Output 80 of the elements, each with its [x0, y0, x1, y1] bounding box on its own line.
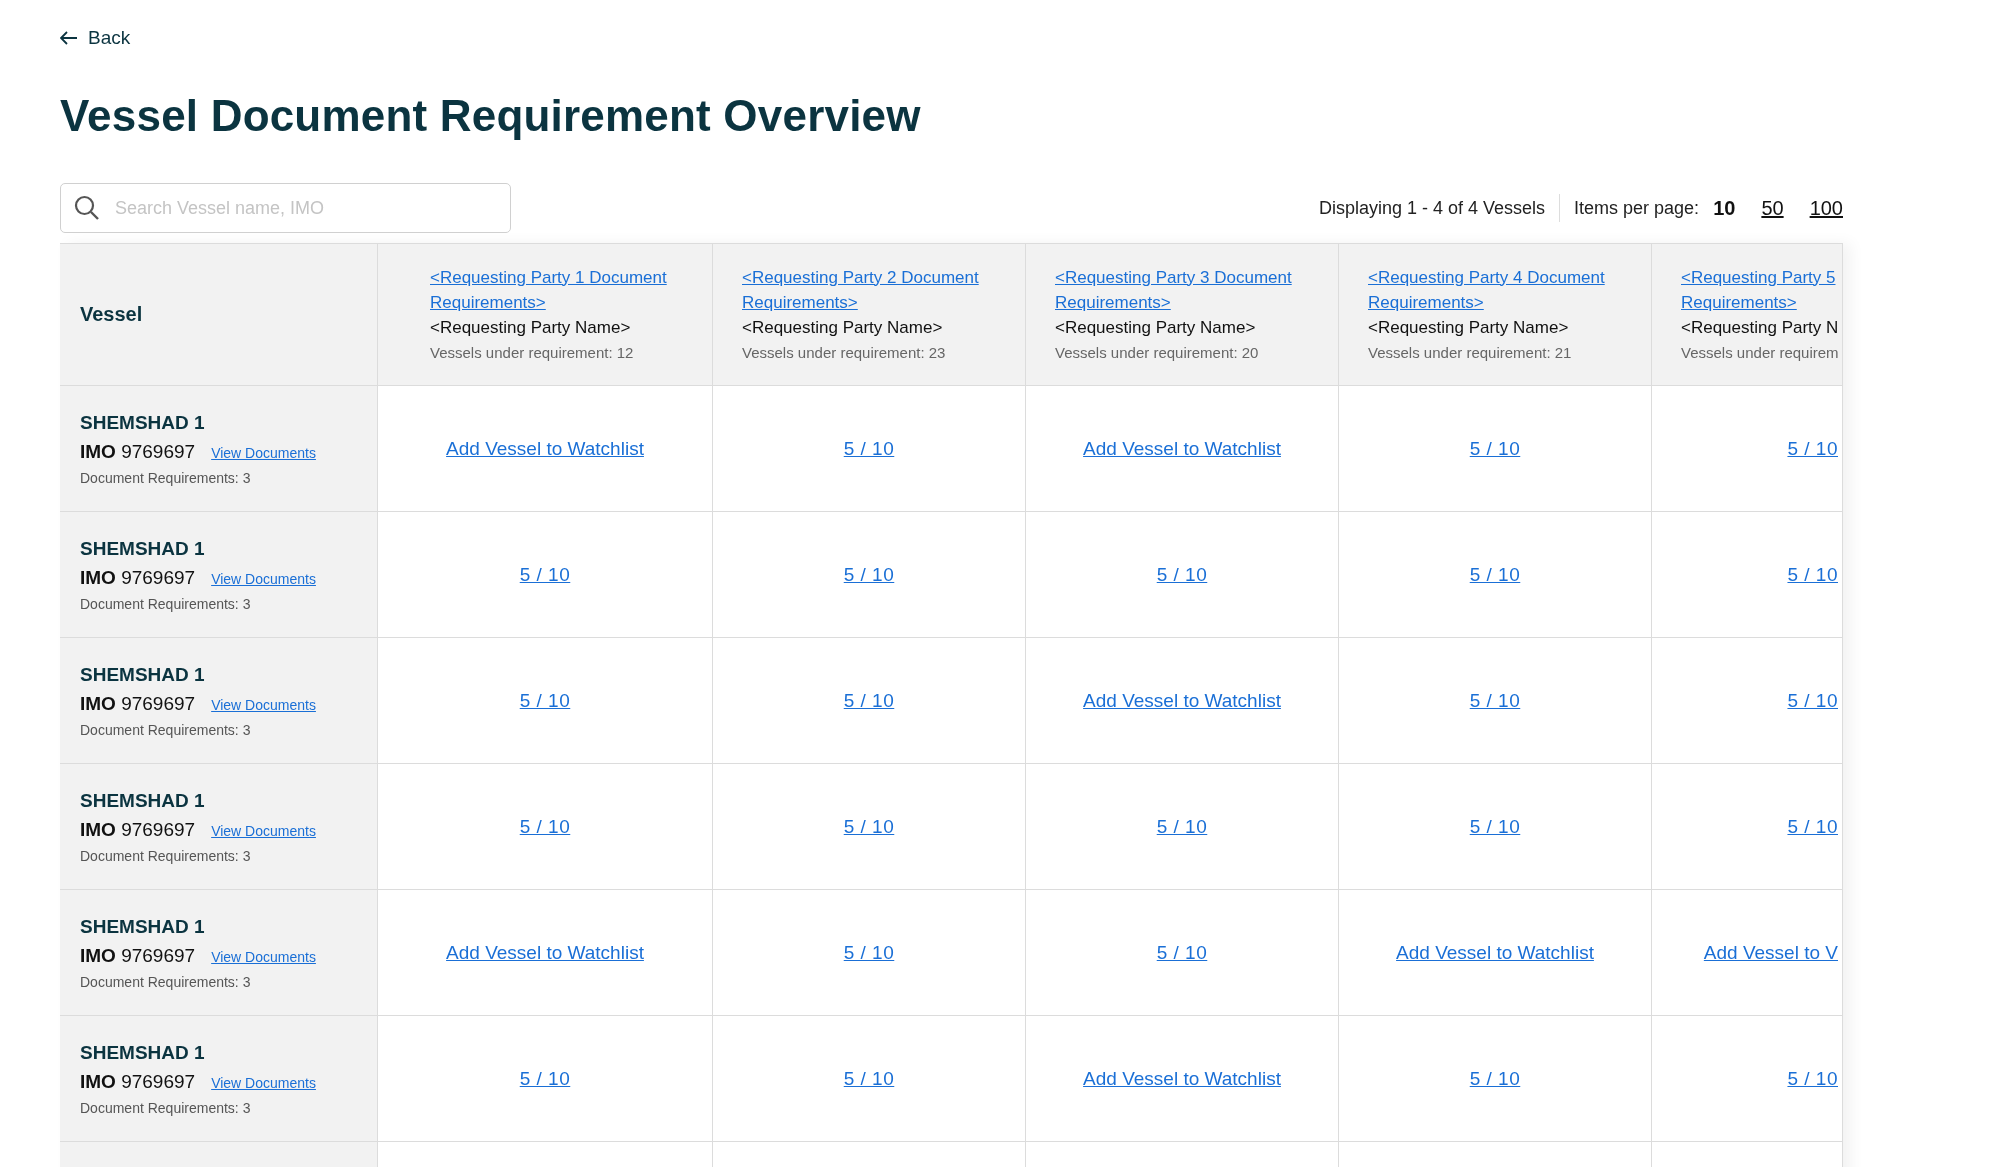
- add-to-watchlist-link[interactable]: Add Vessel to Watchlist: [1083, 1067, 1281, 1090]
- document-count-link[interactable]: 5 / 10: [1787, 1067, 1838, 1090]
- requirements-link[interactable]: <Requesting Party 2 Document Requirements>: [742, 264, 1025, 315]
- view-documents-link[interactable]: View Documents: [211, 570, 316, 587]
- party-name: <Requesting Party Name>: [742, 316, 944, 339]
- document-count-link[interactable]: 5 / 10: [843, 437, 895, 460]
- page-size-option[interactable]: 100: [1809, 196, 1843, 220]
- document-count-link[interactable]: 5 / 10: [1156, 563, 1208, 586]
- party-name: <Requesting Party Name>: [1368, 316, 1570, 339]
- document-count-link[interactable]: 5 / 10: [843, 689, 895, 712]
- page-size-option[interactable]: 10: [1713, 196, 1736, 220]
- requirements-link[interactable]: <Requesting Party 5 Requirements>: [1681, 264, 1842, 315]
- add-to-watchlist-link[interactable]: Add Vessel to Watchlist: [1396, 941, 1594, 964]
- vessel-name: SHEMSHAD 1: [80, 411, 206, 434]
- results-summary: Displaying 1 - 4 of 4 Vessels: [1318, 197, 1546, 219]
- add-to-watchlist-link[interactable]: Add Vessel to Watchlist: [1083, 689, 1281, 712]
- document-count-link[interactable]: 5 / 10: [1787, 689, 1838, 712]
- document-count-link[interactable]: 5 / 10: [1469, 815, 1521, 838]
- document-count-link[interactable]: 5 / 10: [843, 1067, 895, 1090]
- vessel-name: SHEMSHAD 1: [80, 915, 206, 938]
- add-to-watchlist-link[interactable]: Add Vessel to Watchlist: [446, 437, 644, 460]
- document-count-link[interactable]: 5 / 10: [1469, 437, 1521, 460]
- document-count-link[interactable]: 5 / 10: [519, 689, 571, 712]
- requirement-count: Document Requirements: 3: [80, 469, 252, 486]
- requirement-count: Document Requirements: 3: [80, 847, 252, 864]
- imo-number: IMO 9769697: [80, 818, 196, 841]
- document-count-link[interactable]: 5 / 10: [519, 563, 571, 586]
- requirement-count: Document Requirements: 3: [80, 595, 252, 612]
- vessel-count: Vessels under requirement: 20: [1055, 342, 1260, 363]
- vessel-count: Vessels under requirement: 12: [430, 342, 635, 363]
- document-count-link[interactable]: 5 / 10: [843, 815, 895, 838]
- items-per-page-label: Items per page:: [1574, 197, 1700, 219]
- view-documents-link[interactable]: View Documents: [211, 948, 316, 965]
- vessel-name: SHEMSHAD 1: [80, 663, 206, 686]
- requirements-link[interactable]: <Requesting Party 4 Document Requirements>: [1368, 264, 1651, 315]
- document-count-link[interactable]: 5 / 10: [519, 815, 571, 838]
- requirements-link[interactable]: <Requesting Party 1 Document Requirements>: [430, 264, 712, 315]
- vessel-count: Vessels under requirem: [1681, 342, 1840, 363]
- document-count-link[interactable]: 5 / 10: [1469, 689, 1521, 712]
- vessel-name: SHEMSHAD 1: [80, 789, 206, 812]
- document-count-link[interactable]: 5 / 10: [1787, 563, 1838, 586]
- document-count-link[interactable]: 5 / 10: [1469, 563, 1521, 586]
- view-documents-link[interactable]: View Documents: [211, 696, 316, 713]
- search-field[interactable]: Search Vessel name, IMO: [60, 183, 511, 233]
- vessel-name: SHEMSHAD 1: [80, 537, 206, 560]
- add-to-watchlist-link[interactable]: Add Vessel to V: [1703, 941, 1838, 964]
- back-link[interactable]: Back: [60, 27, 131, 49]
- document-count-link[interactable]: 5 / 10: [1787, 815, 1838, 838]
- imo-number: IMO 9769697: [80, 566, 196, 589]
- view-documents-link[interactable]: View Documents: [211, 822, 316, 839]
- vessel-name: SHEMSHAD 1: [80, 1041, 206, 1064]
- vessel-count: Vessels under requirement: 23: [742, 342, 947, 363]
- view-documents-link[interactable]: View Documents: [211, 1074, 316, 1091]
- add-to-watchlist-link[interactable]: Add Vessel to Watchlist: [446, 941, 644, 964]
- requirements-link[interactable]: <Requesting Party 3 Document Requirements>: [1055, 264, 1338, 315]
- imo-number: IMO 9769697: [80, 692, 196, 715]
- party-name: <Requesting Party N: [1681, 316, 1840, 339]
- arrow-left-icon: [60, 31, 78, 45]
- requirement-count: Document Requirements: 3: [80, 1099, 252, 1116]
- party-name: <Requesting Party Name>: [1055, 316, 1257, 339]
- add-to-watchlist-link[interactable]: Add Vessel to Watchlist: [1083, 437, 1281, 460]
- document-count-link[interactable]: 5 / 10: [1156, 941, 1208, 964]
- document-count-link[interactable]: 5 / 10: [519, 1067, 571, 1090]
- document-count-link[interactable]: 5 / 10: [843, 563, 895, 586]
- document-count-link[interactable]: 5 / 10: [843, 941, 895, 964]
- search-icon: [74, 195, 100, 221]
- document-count-link[interactable]: 5 / 10: [1469, 1067, 1521, 1090]
- party-name: <Requesting Party Name>: [430, 316, 632, 339]
- imo-number: IMO 9769697: [80, 440, 196, 463]
- page-title: Vessel Document Requirement Overview: [60, 91, 922, 141]
- document-count-link[interactable]: 5 / 10: [1156, 815, 1208, 838]
- requirement-count: Document Requirements: 3: [80, 973, 252, 990]
- imo-number: IMO 9769697: [80, 1070, 196, 1093]
- document-count-link[interactable]: 5 / 10: [1787, 437, 1838, 460]
- view-documents-link[interactable]: View Documents: [211, 444, 316, 461]
- page-size-option[interactable]: 50: [1761, 196, 1784, 220]
- requirement-count: Document Requirements: 3: [80, 721, 252, 738]
- column-header: Vessel: [80, 303, 144, 326]
- imo-number: IMO 9769697: [80, 944, 196, 967]
- vessel-count: Vessels under requirement: 21: [1368, 342, 1573, 363]
